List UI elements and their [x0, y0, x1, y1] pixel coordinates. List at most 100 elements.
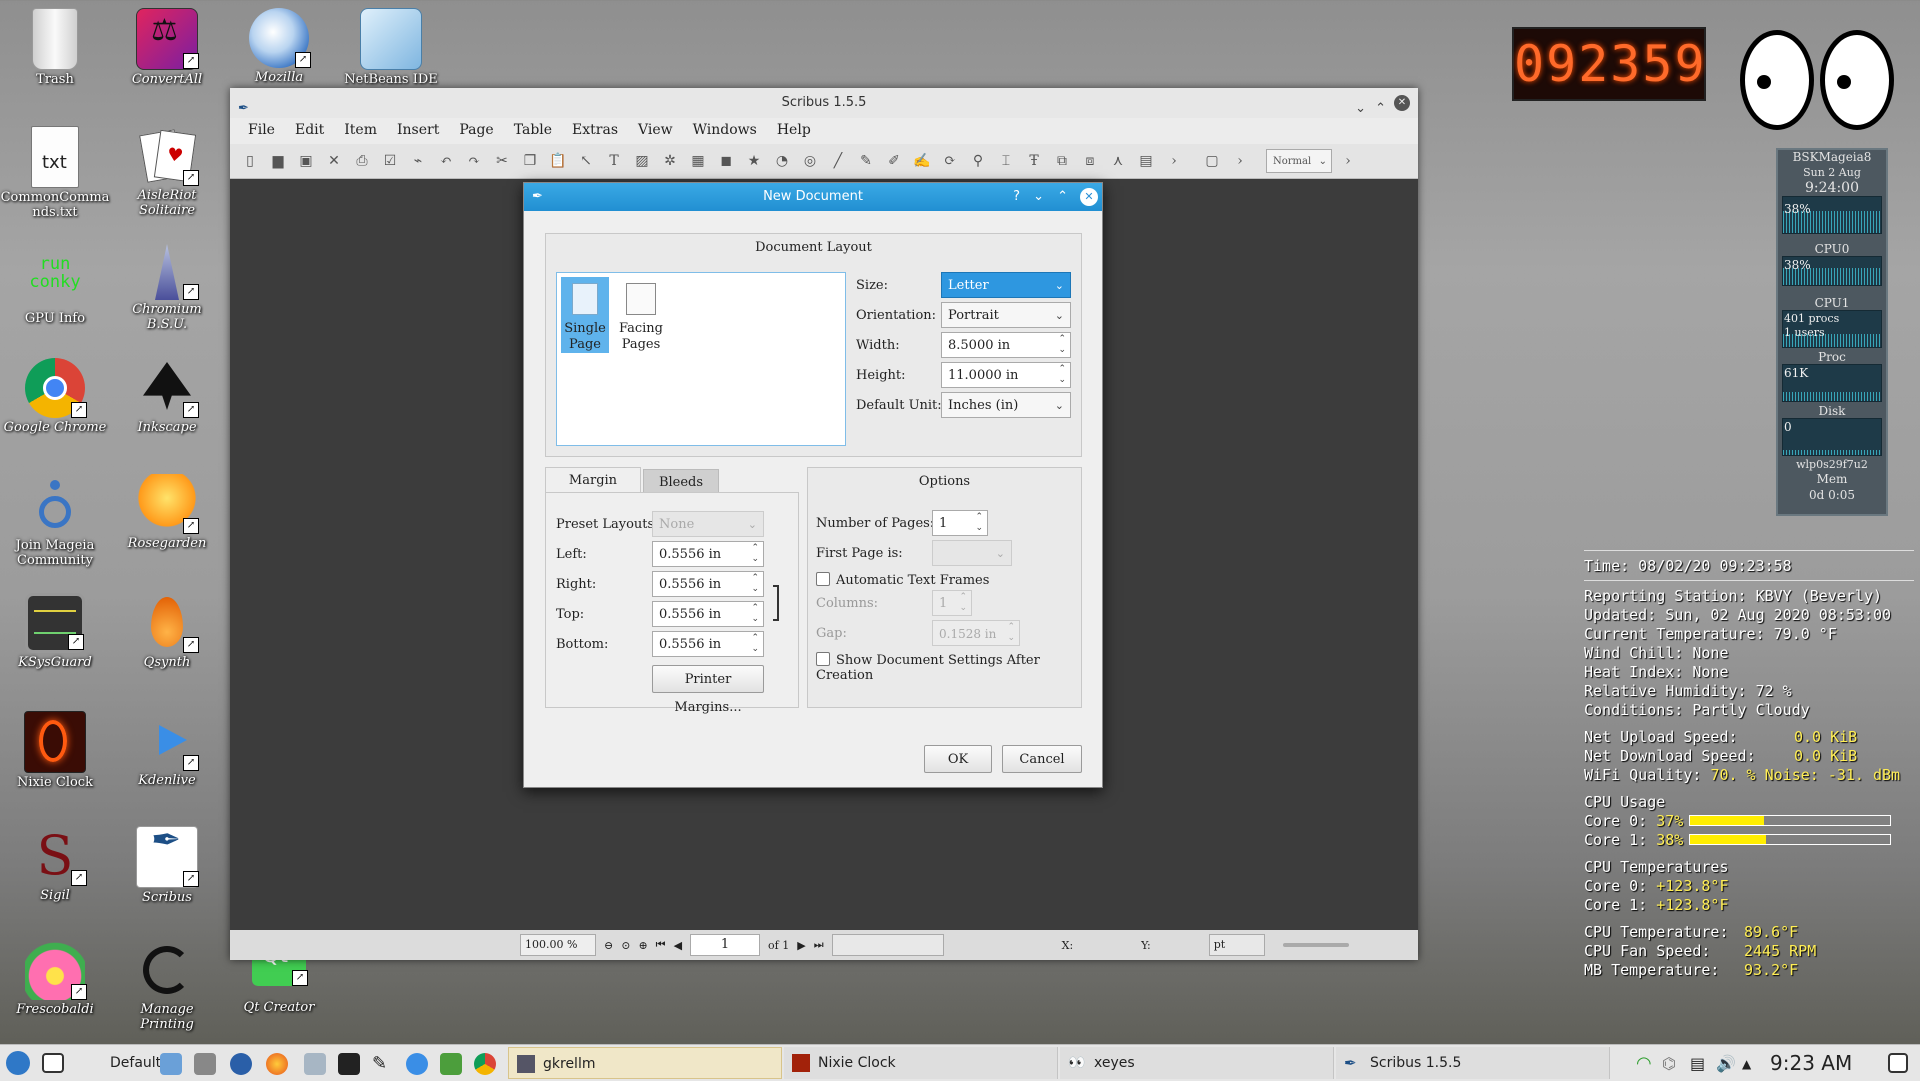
- redo-icon[interactable]: ↷: [462, 153, 486, 169]
- shape-icon[interactable]: ◼: [714, 153, 738, 169]
- layer-select[interactable]: [831, 934, 944, 956]
- desktop-icon-gpu-info[interactable]: run conky GPU Info: [0, 245, 110, 326]
- settings-icon[interactable]: [230, 1053, 252, 1075]
- package-icon[interactable]: [440, 1053, 462, 1075]
- new-document-icon[interactable]: ▯: [238, 153, 262, 169]
- layout-facing-pages[interactable]: Facing Pages: [615, 277, 667, 353]
- first-page-icon[interactable]: ⏮: [656, 938, 666, 952]
- print-icon[interactable]: ⎙: [350, 153, 374, 169]
- firefox-icon[interactable]: [266, 1053, 288, 1075]
- task-nixie-clock[interactable]: Nixie Clock: [784, 1047, 1058, 1079]
- spin-arrows-icon[interactable]: ⌃ ⌄: [1058, 334, 1066, 356]
- size-select[interactable]: Letter ⌄: [941, 272, 1071, 298]
- desktop-icon-chromium-bsu[interactable]: ↗ Chromium B.S.U.: [112, 240, 222, 332]
- terminal-icon[interactable]: [338, 1053, 360, 1075]
- menu-extras[interactable]: Extras: [562, 118, 628, 144]
- spin-arrows-icon[interactable]: ⌃ ⌄: [1007, 622, 1015, 644]
- measure-icon[interactable]: ⋏: [1106, 153, 1130, 169]
- rotate-icon[interactable]: ⟳: [938, 153, 962, 169]
- file-manager-icon[interactable]: [160, 1053, 182, 1075]
- checkbox-box[interactable]: [816, 572, 830, 586]
- automatic-text-frames-checkbox[interactable]: Automatic Text Frames: [816, 572, 989, 588]
- last-page-icon[interactable]: ⏭: [814, 938, 824, 952]
- pen-icon[interactable]: ✎: [372, 1053, 394, 1075]
- preview-mode-icon[interactable]: ▢: [1200, 153, 1224, 169]
- unit-select[interactable]: pt: [1208, 934, 1265, 956]
- show-document-settings-checkbox[interactable]: Show Document Settings After Creation: [816, 652, 1081, 683]
- desktop-icon-kdenlive[interactable]: ↗ Kdenlive: [112, 711, 222, 788]
- copy-properties-icon[interactable]: ▤: [1134, 153, 1158, 169]
- maximize-icon[interactable]: ⌃: [1375, 94, 1386, 124]
- wifi-icon[interactable]: ◠: [1636, 1053, 1658, 1075]
- menu-table[interactable]: Table: [504, 118, 562, 144]
- help-button[interactable]: ?: [1013, 183, 1020, 211]
- menu-help[interactable]: Help: [767, 118, 821, 144]
- desktop-icon-manage-printing[interactable]: Manage Printing: [112, 940, 222, 1032]
- desktop-icon-qsynth[interactable]: ↗ Qsynth: [112, 593, 222, 670]
- unlink-frames-icon[interactable]: ⧈: [1078, 153, 1102, 169]
- tab-bleeds[interactable]: Bleeds: [643, 469, 719, 493]
- link-frames-icon[interactable]: ⧉: [1050, 153, 1074, 169]
- line-icon[interactable]: ╱: [826, 153, 850, 169]
- clipboard-icon[interactable]: [304, 1053, 326, 1075]
- default-unit-select[interactable]: Inches (in) ⌄: [941, 392, 1071, 418]
- edit-text-icon[interactable]: Ŧ: [1022, 153, 1046, 169]
- desktop-icon-join-mageia[interactable]: Join Mageia Community: [0, 476, 110, 568]
- desktop-icon-trash[interactable]: Trash: [0, 8, 110, 87]
- preset-layouts-select[interactable]: None ⌄: [652, 511, 764, 537]
- more-tools-chevron-icon[interactable]: ›: [1228, 153, 1252, 169]
- chrome-icon[interactable]: [474, 1053, 496, 1075]
- desktop-icon-google-chrome[interactable]: ↗ Google Chrome: [0, 358, 110, 435]
- zoom-in-icon[interactable]: ⊕: [638, 939, 647, 952]
- bezier-icon[interactable]: ✎: [854, 153, 878, 169]
- ok-button[interactable]: OK: [924, 745, 992, 773]
- text-frame-icon[interactable]: T: [602, 153, 626, 169]
- undo-icon[interactable]: ↶: [434, 153, 458, 169]
- printer-margins-button[interactable]: Printer Margins...: [652, 665, 764, 715]
- image-frame-icon[interactable]: ▨: [630, 153, 654, 169]
- paste-icon[interactable]: 📋: [546, 153, 570, 169]
- menu-insert[interactable]: Insert: [387, 118, 449, 144]
- more-tools-chevron-icon[interactable]: ›: [1336, 153, 1360, 169]
- gap-input[interactable]: 0.1528 in ⌃ ⌄: [932, 620, 1020, 646]
- maximize-icon[interactable]: ⌃: [1057, 183, 1068, 211]
- close-icon[interactable]: ✕: [1394, 95, 1410, 111]
- tools-icon[interactable]: [194, 1053, 216, 1075]
- menu-item[interactable]: Item: [334, 118, 387, 144]
- bottom-margin-input[interactable]: 0.5556 in ⌃ ⌄: [652, 631, 764, 657]
- desktop-icon-rosegarden[interactable]: ↗ Rosegarden: [112, 474, 222, 551]
- render-frame-icon[interactable]: ✲: [658, 153, 682, 169]
- desktop-icon-sigil[interactable]: S ↗ Sigil: [0, 826, 110, 903]
- spin-arrows-icon[interactable]: ⌃ ⌄: [751, 633, 759, 655]
- menu-view[interactable]: View: [628, 118, 683, 144]
- desktop-icon-scribus[interactable]: ✒ ↗ Scribus: [112, 823, 222, 905]
- desktop-icon-convertall[interactable]: ⚖ ↗ ConvertAll: [112, 8, 222, 87]
- select-icon[interactable]: ↖: [574, 153, 598, 169]
- right-margin-input[interactable]: 0.5556 in ⌃ ⌄: [652, 571, 764, 597]
- cut-icon[interactable]: ✂: [490, 153, 514, 169]
- menu-page[interactable]: Page: [449, 118, 503, 144]
- spiral-icon[interactable]: ◎: [798, 153, 822, 169]
- next-page-icon[interactable]: ▶: [797, 939, 805, 952]
- desktop-icon-commoncommands[interactable]: txt CommonCommands.txt: [0, 126, 110, 220]
- dialog-titlebar[interactable]: ✒ New Document ? ⌄ ⌃ ✕: [524, 183, 1102, 211]
- desktop-icon-ksysguard[interactable]: ↗ KSysGuard: [0, 593, 110, 670]
- height-input[interactable]: 11.0000 in ⌃ ⌄: [941, 362, 1071, 388]
- cancel-button[interactable]: Cancel: [1002, 745, 1082, 773]
- desktop-icon-netbeans[interactable]: NetBeans IDE: [336, 8, 446, 87]
- orientation-select[interactable]: Portrait ⌄: [941, 302, 1071, 328]
- spin-arrows-icon[interactable]: ⌃ ⌄: [975, 512, 983, 534]
- show-desktop-corner-icon[interactable]: [1888, 1053, 1908, 1073]
- checkbox-box[interactable]: [816, 652, 830, 666]
- spin-arrows-icon[interactable]: ⌃ ⌄: [751, 603, 759, 625]
- arc-icon[interactable]: ◔: [770, 153, 794, 169]
- polygon-icon[interactable]: ★: [742, 153, 766, 169]
- minimize-icon[interactable]: ⌄: [1355, 94, 1366, 124]
- number-of-pages-input[interactable]: 1 ⌃ ⌄: [932, 510, 988, 536]
- zoom-reset-icon[interactable]: ⊙: [621, 939, 630, 952]
- view-mode-select[interactable]: Normal ⌄: [1266, 149, 1332, 173]
- copy-icon[interactable]: ❐: [518, 153, 542, 169]
- layout-list[interactable]: Single Page Facing Pages: [556, 272, 846, 446]
- columns-input[interactable]: 1 ⌃ ⌄: [932, 590, 972, 616]
- zoom-icon[interactable]: ⚲: [966, 153, 990, 169]
